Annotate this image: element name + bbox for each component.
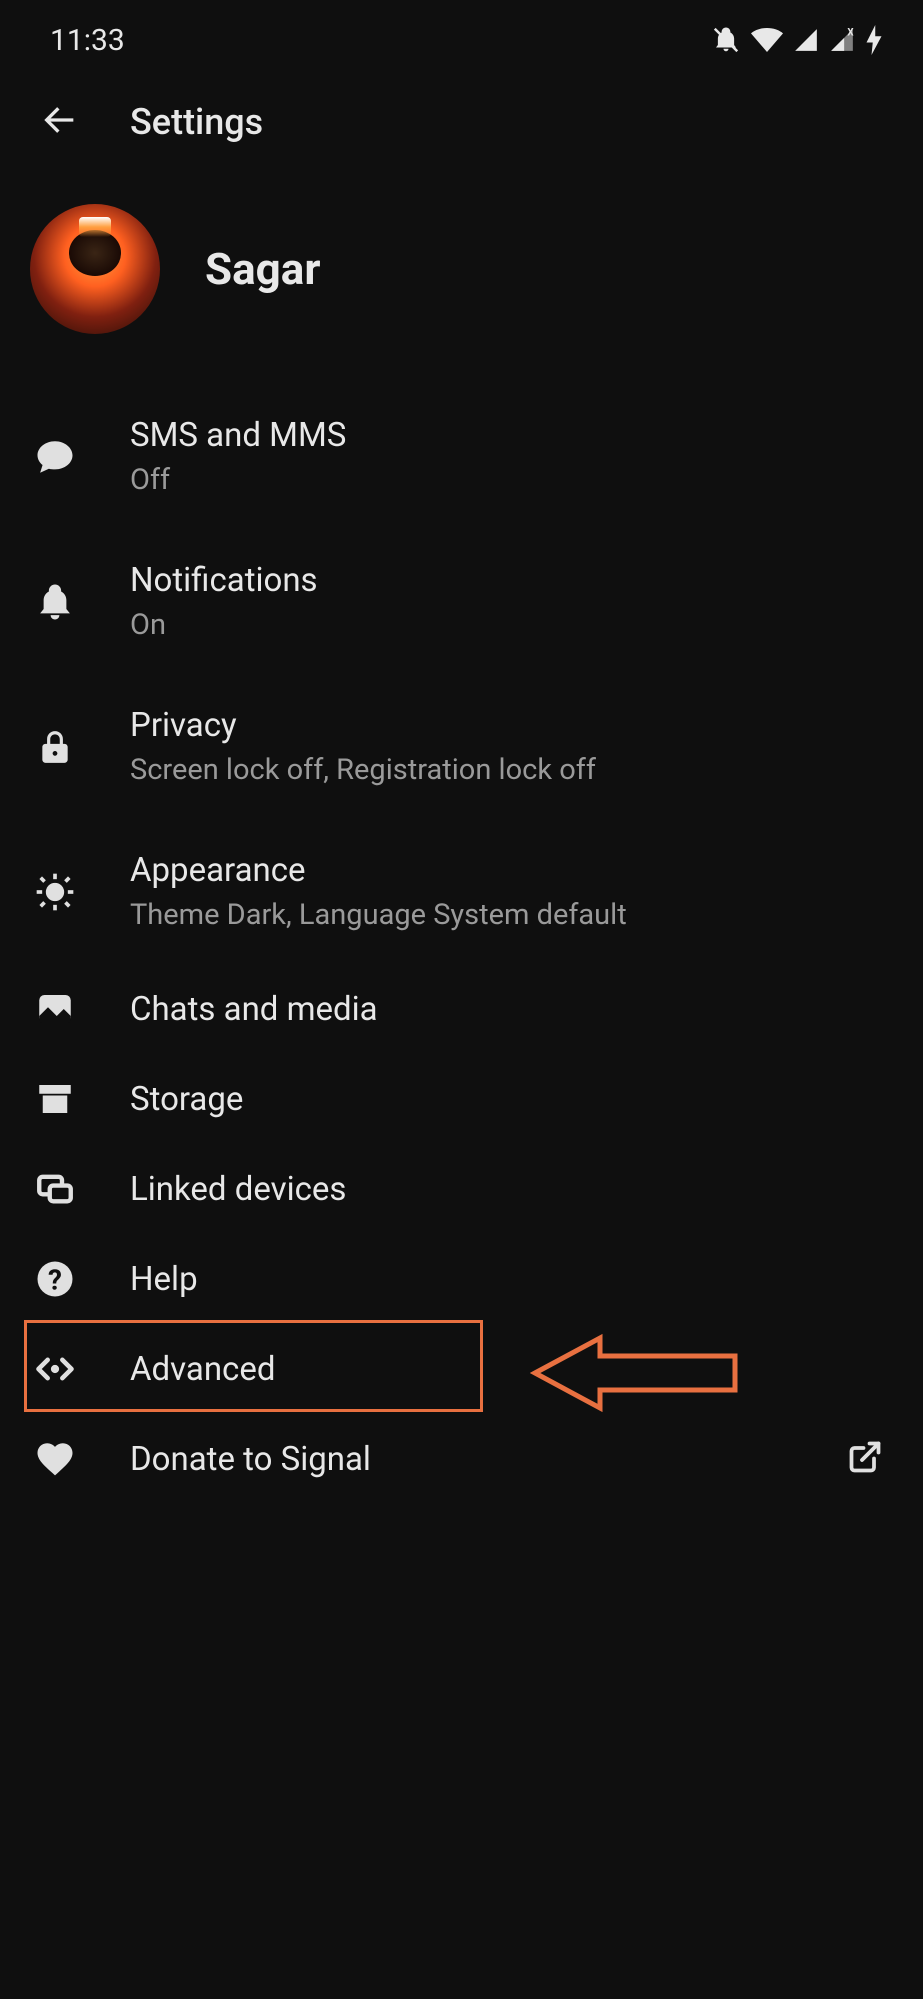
chat-bubble-icon: [30, 432, 80, 482]
menu-item-linked-devices[interactable]: Linked devices: [0, 1144, 923, 1234]
svg-text:?: ?: [48, 1264, 62, 1297]
menu-item-chats[interactable]: Chats and media: [0, 964, 923, 1054]
menu-text: Appearance Theme Dark, Language System d…: [130, 851, 893, 932]
code-icon: [30, 1344, 80, 1394]
signal-x-icon: X: [829, 27, 855, 53]
status-bar: 11:33 X: [0, 0, 923, 70]
page-title: Settings: [130, 101, 263, 143]
menu-item-appearance[interactable]: Appearance Theme Dark, Language System d…: [0, 819, 923, 964]
linked-devices-icon: [30, 1164, 80, 1214]
sun-icon: [30, 867, 80, 917]
menu-title: Help: [130, 1260, 893, 1299]
menu-title: Advanced: [130, 1350, 893, 1389]
menu-text: Advanced: [130, 1350, 893, 1389]
menu-title: Appearance: [130, 851, 893, 890]
menu-list: SMS and MMS Off Notifications On Privacy…: [0, 384, 923, 1504]
menu-text: Storage: [130, 1080, 893, 1119]
status-icons: X: [711, 25, 883, 55]
signal-icon: [793, 27, 819, 53]
back-button[interactable]: [40, 100, 80, 144]
menu-subtitle: Off: [130, 463, 893, 497]
menu-text: Chats and media: [130, 990, 893, 1029]
bell-off-icon: [711, 25, 741, 55]
heart-icon: [30, 1434, 80, 1484]
profile-name: Sagar: [205, 243, 320, 295]
menu-text: Linked devices: [130, 1170, 893, 1209]
help-icon: ?: [30, 1254, 80, 1304]
menu-item-sms[interactable]: SMS and MMS Off: [0, 384, 923, 529]
avatar: [30, 204, 160, 334]
menu-item-notifications[interactable]: Notifications On: [0, 529, 923, 674]
menu-subtitle: On: [130, 608, 893, 642]
status-time: 11:33: [50, 23, 125, 58]
wifi-icon: [751, 27, 783, 53]
menu-title: SMS and MMS: [130, 416, 893, 455]
menu-text: Notifications On: [130, 561, 893, 642]
lock-icon: [30, 722, 80, 772]
menu-text: Privacy Screen lock off, Registration lo…: [130, 706, 893, 787]
external-link-icon: [847, 1439, 883, 1479]
menu-title: Chats and media: [130, 990, 893, 1029]
bell-icon: [30, 577, 80, 627]
menu-item-privacy[interactable]: Privacy Screen lock off, Registration lo…: [0, 674, 923, 819]
menu-title: Privacy: [130, 706, 893, 745]
menu-text: Donate to Signal: [130, 1440, 797, 1479]
menu-text: SMS and MMS Off: [130, 416, 893, 497]
menu-title: Linked devices: [130, 1170, 893, 1209]
image-icon: [30, 984, 80, 1034]
menu-subtitle: Screen lock off, Registration lock off: [130, 753, 893, 787]
svg-text:X: X: [847, 28, 854, 39]
menu-text: Help: [130, 1260, 893, 1299]
menu-subtitle: Theme Dark, Language System default: [130, 898, 893, 932]
charging-icon: [865, 25, 883, 55]
menu-title: Storage: [130, 1080, 893, 1119]
menu-item-advanced[interactable]: Advanced: [0, 1324, 923, 1414]
profile-section[interactable]: Sagar: [0, 174, 923, 384]
menu-item-donate[interactable]: Donate to Signal: [0, 1414, 923, 1504]
menu-item-storage[interactable]: Storage: [0, 1054, 923, 1144]
menu-title: Notifications: [130, 561, 893, 600]
header: Settings: [0, 70, 923, 174]
menu-item-help[interactable]: ? Help: [0, 1234, 923, 1324]
menu-title: Donate to Signal: [130, 1440, 797, 1479]
archive-icon: [30, 1074, 80, 1124]
